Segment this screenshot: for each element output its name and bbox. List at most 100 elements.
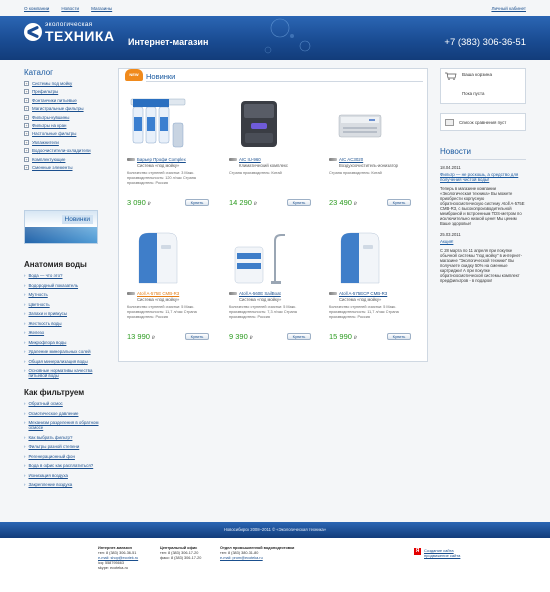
- link-shops[interactable]: Магазины: [91, 6, 112, 11]
- catalog-link[interactable]: Системы под мойку: [32, 81, 72, 86]
- compare-tag-icon[interactable]: [229, 292, 237, 295]
- anatomy-link[interactable]: Жесткость воды: [28, 321, 61, 326]
- buy-button[interactable]: Купить: [185, 333, 209, 340]
- anatomy-link[interactable]: Мутность: [28, 292, 47, 297]
- compare-tag-icon[interactable]: [229, 158, 237, 161]
- catalog-item[interactable]: + Увлажнители: [24, 139, 106, 145]
- compare-box[interactable]: Список сравнения пуст: [440, 113, 526, 131]
- product-image-air-purifier[interactable]: [329, 97, 391, 153]
- catalog-item[interactable]: + Магистральные фильтры: [24, 106, 106, 112]
- product-name[interactable]: Atoll A-560E SailBoat: [229, 291, 325, 296]
- anatomy-link[interactable]: Железо: [28, 330, 44, 335]
- how-item[interactable]: › Вода в офис как расплатиться?: [24, 463, 106, 468]
- catalog-item[interactable]: + Комплектующие: [24, 156, 106, 162]
- catalog-item[interactable]: + Фонтанчики питьевые: [24, 97, 106, 103]
- plus-icon[interactable]: +: [24, 81, 29, 86]
- how-item[interactable]: › Ионизация воздуха: [24, 473, 106, 478]
- buy-button[interactable]: Купить: [387, 333, 411, 340]
- logo[interactable]: экологическая ТЕХНИКА: [24, 21, 115, 43]
- catalog-link[interactable]: Настольные фильтры: [32, 131, 76, 136]
- plus-icon[interactable]: +: [24, 114, 29, 120]
- link-cabinet[interactable]: Личный кабинет: [491, 6, 526, 11]
- anatomy-item[interactable]: › Запахи и привкусы: [24, 311, 106, 316]
- plus-icon[interactable]: +: [24, 139, 29, 145]
- anatomy-link[interactable]: Запахи и привкусы: [28, 311, 67, 316]
- catalog-item[interactable]: + Фильтры-кувшины: [24, 114, 106, 120]
- anatomy-item[interactable]: › Вода — что это?: [24, 273, 106, 278]
- plus-icon[interactable]: +: [24, 106, 29, 112]
- how-link[interactable]: Механизм разделения в обратном осмосе: [28, 420, 106, 430]
- anatomy-item[interactable]: › Общая минерализация воды: [24, 359, 106, 364]
- buy-button[interactable]: Купить: [287, 333, 311, 340]
- how-link[interactable]: Обратный осмос: [28, 401, 62, 406]
- how-link[interactable]: Вода в офис как расплатиться?: [28, 463, 93, 468]
- how-item[interactable]: › Закрепление воздуха: [24, 482, 106, 487]
- news-link[interactable]: Фильтр — не роскошь, а средство для полу…: [440, 172, 518, 182]
- anatomy-link[interactable]: Основные нормативы качества питьевой вод…: [28, 368, 106, 378]
- anatomy-link[interactable]: Микрофлора воды: [28, 340, 66, 345]
- plus-icon[interactable]: +: [24, 89, 29, 95]
- catalog-item[interactable]: + Водоочистители-охладители: [24, 148, 106, 154]
- catalog-link[interactable]: Водоочистители-охладители: [32, 148, 91, 153]
- footer-email-link[interactable]: e-mail: prom@ecoteka.ru: [220, 556, 263, 560]
- anatomy-item[interactable]: › Жесткость воды: [24, 321, 106, 326]
- plus-icon[interactable]: +: [24, 131, 29, 137]
- catalog-link[interactable]: Увлажнители: [32, 140, 59, 145]
- how-link[interactable]: Фильтры разной степени: [28, 444, 79, 449]
- how-link[interactable]: Регенерационный фон: [28, 454, 74, 459]
- catalog-link[interactable]: Сменные элементы: [32, 165, 73, 170]
- buy-button[interactable]: Купить: [185, 199, 209, 206]
- product-name[interactable]: AIC IU-960: [229, 157, 325, 162]
- catalog-link[interactable]: Фильтры-кувшины: [32, 115, 69, 120]
- catalog-link[interactable]: Фонтанчики питьевые: [32, 98, 77, 103]
- anatomy-item[interactable]: › Удаление минеральных солей: [24, 349, 106, 354]
- how-item[interactable]: › Обратный осмос: [24, 401, 106, 406]
- how-link[interactable]: Как выбрать фильтр?: [28, 435, 72, 440]
- anatomy-link[interactable]: Удаление минеральных солей: [28, 349, 90, 354]
- how-item[interactable]: › Фильтры разной степени: [24, 444, 106, 449]
- catalog-link[interactable]: Фильтры на кран: [32, 123, 66, 128]
- product-image-atoll-system[interactable]: [127, 231, 189, 287]
- footer-email-link[interactable]: e-mail: shop@ecotek.ru: [98, 556, 138, 560]
- plus-icon[interactable]: +: [24, 148, 29, 154]
- catalog-link[interactable]: Комплектующие: [32, 157, 65, 162]
- anatomy-link[interactable]: Вода — что это?: [28, 273, 62, 278]
- how-item[interactable]: › Механизм разделения в обратном осмосе: [24, 420, 106, 430]
- product-name[interactable]: Atoll A-575ECP CMB-R3: [329, 291, 425, 296]
- anatomy-item[interactable]: › Микрофлора воды: [24, 340, 106, 345]
- catalog-link[interactable]: Магистральные фильтры: [32, 106, 84, 111]
- catalog-item[interactable]: + Фильтры на кран: [24, 122, 106, 128]
- buy-button[interactable]: Купить: [287, 199, 311, 206]
- credit-link-promote[interactable]: продвижение сайта: [424, 553, 460, 558]
- how-item[interactable]: › Осмотическое давление: [24, 411, 106, 416]
- link-about[interactable]: О компании: [24, 6, 49, 11]
- anatomy-link[interactable]: Водородный показатель: [28, 283, 78, 288]
- anatomy-item[interactable]: › Цветность: [24, 302, 106, 307]
- plus-icon[interactable]: +: [24, 156, 29, 162]
- anatomy-item[interactable]: › Мутность: [24, 292, 106, 297]
- anatomy-item[interactable]: › Водородный показатель: [24, 283, 106, 288]
- product-image-climate-complex[interactable]: [229, 97, 291, 153]
- news-title[interactable]: Новости: [440, 147, 526, 160]
- link-news[interactable]: Новости: [61, 6, 79, 11]
- buy-button[interactable]: Купить: [387, 199, 411, 206]
- anatomy-item[interactable]: › Железо: [24, 330, 106, 335]
- catalog-item[interactable]: + Настольные фильтры: [24, 131, 106, 137]
- catalog-item[interactable]: + Системы под мойку: [24, 81, 106, 86]
- product-image-sailboat-system[interactable]: [229, 231, 291, 287]
- plus-icon[interactable]: +: [24, 122, 29, 128]
- product-name[interactable]: Atoll A-575E CMB-R3: [127, 291, 223, 296]
- cart-box[interactable]: Ваша корзина Пока пуста: [440, 68, 526, 104]
- anatomy-link[interactable]: Общая минерализация воды: [28, 359, 87, 364]
- news-link[interactable]: Акция!: [440, 239, 453, 244]
- catalog-link[interactable]: Префильтры: [32, 89, 58, 94]
- how-item[interactable]: › Как выбрать фильтр?: [24, 435, 106, 440]
- compare-tag-icon[interactable]: [127, 158, 135, 161]
- how-link[interactable]: Осмотическое давление: [28, 411, 78, 416]
- compare-tag-icon[interactable]: [127, 292, 135, 295]
- product-name[interactable]: AIC AC3020: [329, 157, 425, 162]
- anatomy-link[interactable]: Цветность: [28, 302, 49, 307]
- compare-tag-icon[interactable]: [329, 292, 337, 295]
- catalog-item[interactable]: + Префильтры: [24, 89, 106, 95]
- plus-icon[interactable]: +: [24, 164, 29, 170]
